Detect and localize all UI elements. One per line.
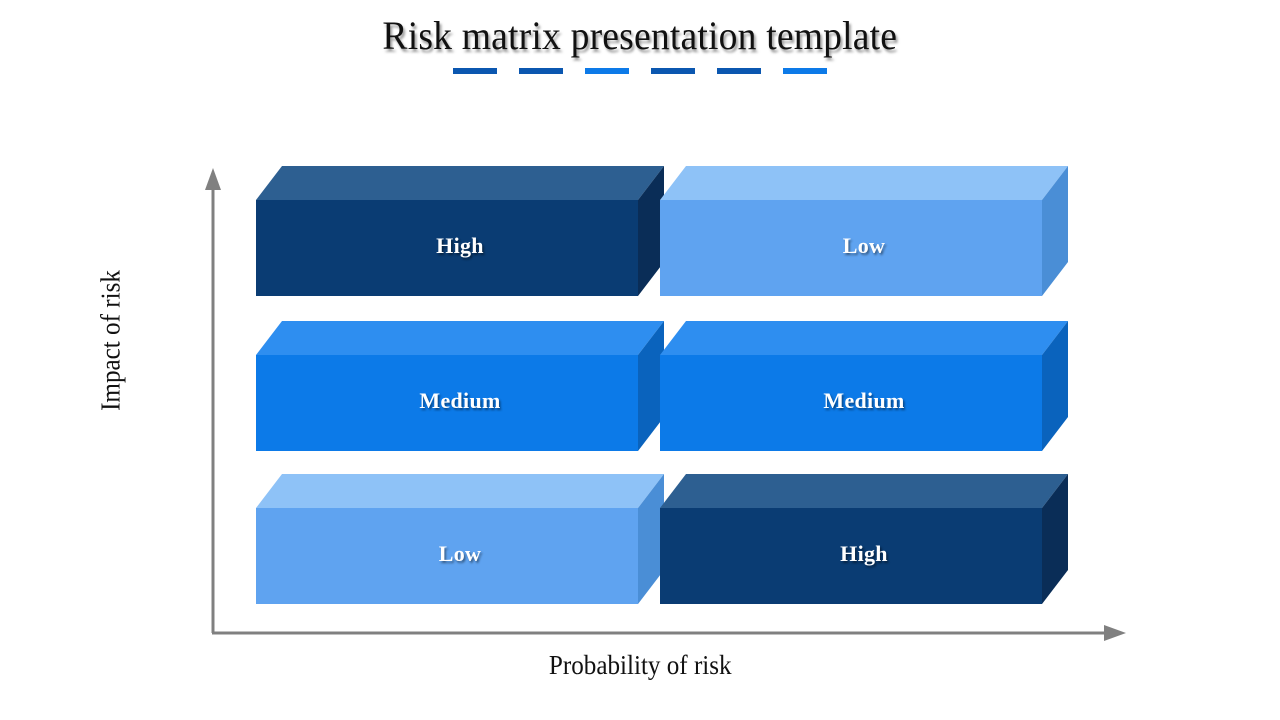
cell-front-face (660, 200, 1042, 296)
cell-front-face (256, 355, 638, 451)
risk-matrix-slide: Risk matrix presentation template Impact… (0, 0, 1280, 720)
cell-top-face (660, 166, 1068, 200)
cell-top-face (256, 166, 664, 200)
cell-top-face (256, 474, 664, 508)
cell-front-face (256, 200, 638, 296)
risk-cell-medium-r1c0[interactable]: Medium (256, 321, 664, 451)
risk-matrix-grid: High Low Medium Medium Low High (0, 0, 1280, 720)
cell-top-face (660, 474, 1068, 508)
risk-cell-medium-r1c1[interactable]: Medium (660, 321, 1068, 451)
cell-front-face (660, 508, 1042, 604)
cell-front-face (256, 508, 638, 604)
risk-cell-high-r0c0[interactable]: High (256, 166, 664, 296)
risk-cell-low-r2c0[interactable]: Low (256, 474, 664, 604)
cell-top-face (660, 321, 1068, 355)
cell-top-face (256, 321, 664, 355)
cell-front-face (660, 355, 1042, 451)
risk-cell-high-r2c1[interactable]: High (660, 474, 1068, 604)
risk-cell-low-r0c1[interactable]: Low (660, 166, 1068, 296)
